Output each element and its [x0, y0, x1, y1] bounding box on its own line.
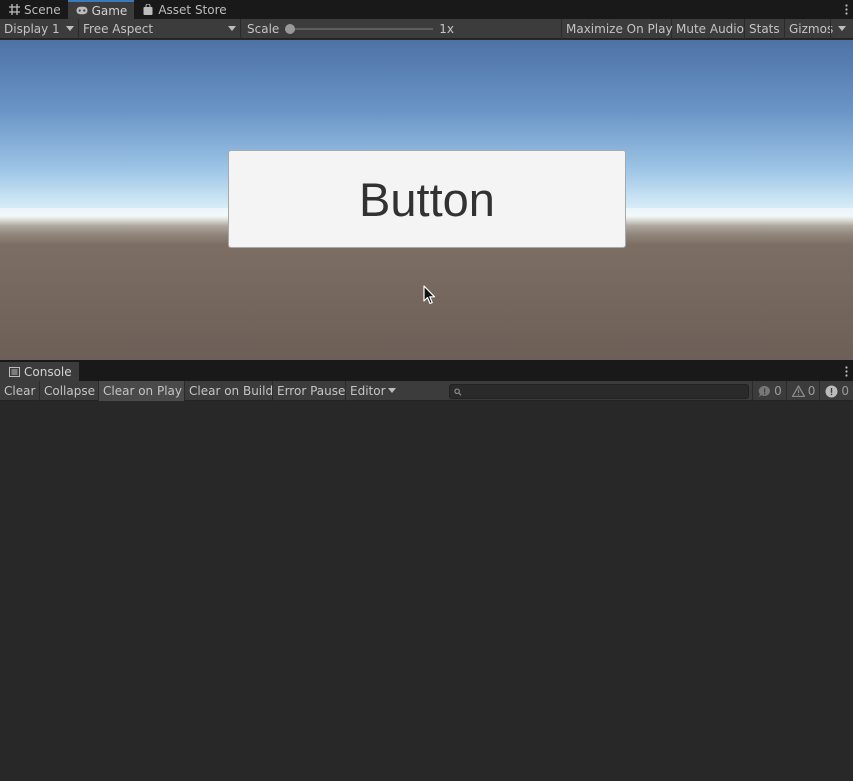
tab-console[interactable]: Console — [0, 362, 79, 381]
gizmos-label: Gizmos — [789, 21, 834, 36]
display-dropdown[interactable]: Display 1 — [0, 18, 79, 39]
scale-label: Scale — [247, 21, 280, 36]
stats-toggle[interactable]: Stats — [745, 18, 785, 39]
warning-count-toggle[interactable]: 0 — [785, 381, 820, 401]
console-icon — [8, 366, 20, 378]
clear-on-build-toggle[interactable]: Clear on Build — [185, 380, 274, 401]
collapse-toggle[interactable]: Collapse — [40, 380, 99, 401]
tab-scene[interactable]: Scene — [0, 0, 68, 19]
stats-label: Stats — [749, 21, 780, 36]
game-toolbar: Display 1 Free Aspect Scale 1x Maximize … — [0, 18, 853, 39]
aspect-dropdown-label: Free Aspect — [83, 21, 154, 36]
error-pause-toggle[interactable]: Error Pause — [273, 380, 346, 401]
scale-slider-handle[interactable] — [285, 23, 296, 34]
game-ui-button-label: Button — [359, 172, 495, 226]
mute-audio-toggle[interactable]: Mute Audio — [672, 18, 745, 39]
gizmos-toggle[interactable]: Gizmos — [785, 19, 834, 39]
warning-icon — [791, 385, 805, 398]
tab-game[interactable]: Game — [67, 0, 135, 19]
clear-on-build-label: Clear on Build — [189, 383, 274, 398]
console-search[interactable] — [449, 384, 749, 399]
maximize-on-play-toggle[interactable]: Maximize On Play — [562, 18, 673, 39]
chevron-down-icon — [66, 26, 74, 31]
search-icon — [454, 387, 462, 396]
error-count: 0 — [841, 384, 849, 398]
clear-button[interactable]: Clear — [0, 380, 40, 401]
view-tabbar: Scene Game Asset Store — [0, 0, 853, 19]
shopping-bag-icon — [142, 4, 154, 16]
mute-audio-label: Mute Audio — [676, 21, 744, 36]
scale-value: 1x — [439, 21, 455, 36]
gizmos-dropdown[interactable] — [830, 18, 853, 39]
game-ui-button[interactable]: Button — [228, 150, 626, 248]
info-count: 0 — [774, 384, 782, 398]
grid-icon — [8, 4, 20, 16]
panel-menu-icon[interactable] — [839, 0, 853, 19]
maximize-on-play-label: Maximize On Play — [566, 21, 673, 36]
error-icon — [825, 385, 838, 398]
unity-editor: Scene Game Asset Store Display 1 Free As… — [0, 0, 853, 781]
error-count-toggle[interactable]: 0 — [819, 381, 853, 401]
console-menu-icon[interactable] — [839, 362, 853, 381]
tab-asset-store-label: Asset Store — [158, 2, 227, 17]
chevron-down-icon — [228, 26, 236, 31]
scale-control: Scale 1x — [241, 18, 562, 39]
scale-slider-track — [285, 27, 434, 30]
scale-slider[interactable] — [285, 19, 434, 39]
editor-dropdown-label: Editor — [350, 383, 386, 398]
game-viewport[interactable]: Button — [0, 40, 853, 360]
chevron-down-icon — [387, 388, 396, 393]
editor-dropdown[interactable]: Editor — [346, 381, 396, 401]
gamepad-icon — [76, 5, 88, 17]
info-count-toggle[interactable]: 0 — [752, 381, 786, 401]
clear-on-play-label: Clear on Play — [103, 383, 182, 398]
mouse-cursor-icon — [423, 285, 436, 305]
log-counters: 0 0 0 — [752, 381, 853, 401]
tab-asset-store[interactable]: Asset Store — [134, 0, 233, 19]
chevron-down-icon — [838, 26, 846, 31]
clear-button-label: Clear — [4, 383, 36, 398]
collapse-label: Collapse — [44, 383, 95, 398]
tab-console-label: Console — [24, 364, 72, 379]
clear-on-play-toggle[interactable]: Clear on Play — [99, 380, 185, 401]
aspect-dropdown[interactable]: Free Aspect — [79, 18, 241, 39]
display-dropdown-label: Display 1 — [4, 21, 60, 36]
tab-game-label: Game — [91, 3, 128, 18]
tab-scene-label: Scene — [24, 2, 61, 17]
console-toolbar: Clear Collapse Clear on Play Clear on Bu… — [0, 380, 853, 401]
console-log-list[interactable] — [0, 402, 853, 781]
error-pause-label: Error Pause — [277, 383, 346, 398]
console-tabbar: Console — [0, 362, 853, 381]
info-bubble-icon — [758, 385, 771, 398]
console-search-input[interactable] — [465, 385, 748, 398]
warning-count: 0 — [807, 384, 816, 398]
